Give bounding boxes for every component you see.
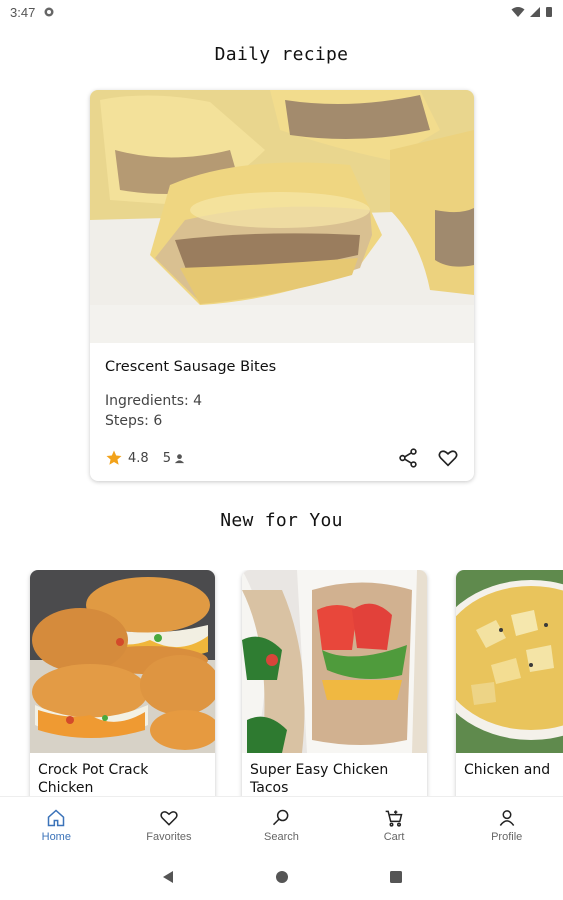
recipe-name: Super Easy Chicken Tacos	[250, 762, 389, 796]
star-icon	[106, 450, 122, 465]
sync-icon	[44, 7, 54, 17]
wifi-icon	[511, 7, 525, 17]
nav-profile[interactable]: Profile	[450, 797, 563, 854]
person-icon	[499, 810, 514, 826]
signal-icon	[530, 7, 540, 17]
nav-profile-label: Profile	[491, 831, 523, 843]
nav-search-label: Search	[264, 831, 299, 843]
status-bar: 3:47	[0, 0, 563, 24]
recipe-image	[456, 570, 563, 753]
back-icon[interactable]	[161, 870, 175, 884]
nav-home-label: Home	[41, 831, 71, 843]
nav-home[interactable]: Home	[0, 797, 113, 854]
daily-section-title: Daily recipe	[214, 44, 349, 65]
recipe-image	[30, 570, 215, 753]
new-for-you-section-title: New for You	[220, 510, 343, 531]
new-for-you-carousel[interactable]: Crock Pot Crack Chicken Super Easy Chick…	[0, 570, 563, 796]
battery-icon	[546, 7, 552, 17]
steps-count: Steps: 6	[105, 413, 163, 429]
daily-recipe-name: Crescent Sausage Bites	[105, 359, 277, 375]
recipe-image	[242, 570, 427, 753]
people-count: 5	[163, 451, 185, 466]
recipe-card[interactable]: Crock Pot Crack Chicken	[30, 570, 215, 796]
nav-favorites-label: Favorites	[146, 831, 192, 843]
nav-cart-label: Cart	[383, 831, 405, 843]
status-time: 3:47	[10, 4, 36, 20]
home-icon	[48, 809, 65, 827]
heart-icon	[160, 811, 178, 826]
bottom-navigation: Home Favorites Search Cart Profile	[0, 796, 563, 854]
daily-recipe-image	[90, 90, 474, 343]
share-icon[interactable]	[397, 447, 419, 469]
rating-value: 4.8	[128, 450, 149, 466]
recents-icon[interactable]	[389, 870, 403, 884]
nav-favorites[interactable]: Favorites	[113, 797, 226, 854]
person-icon	[174, 453, 185, 463]
nav-search[interactable]: Search	[225, 797, 338, 854]
system-navigation-bar	[0, 854, 563, 900]
cart-icon	[385, 810, 403, 827]
search-icon	[273, 809, 289, 826]
daily-recipe-card[interactable]: Crescent Sausage Bites Ingredients: 4 St…	[90, 90, 474, 481]
recipe-name: Crock Pot Crack Chicken	[38, 762, 149, 796]
favorite-heart-icon[interactable]	[437, 447, 459, 469]
recipe-card[interactable]: Chicken and	[456, 570, 563, 796]
home-circle-icon[interactable]	[275, 870, 289, 884]
people-count-value: 5	[162, 450, 171, 466]
ingredients-count: Ingredients: 4	[105, 393, 203, 409]
nav-cart[interactable]: Cart	[338, 797, 451, 854]
recipe-name: Chicken and	[464, 762, 551, 778]
recipe-card[interactable]: Super Easy Chicken Tacos	[242, 570, 427, 796]
